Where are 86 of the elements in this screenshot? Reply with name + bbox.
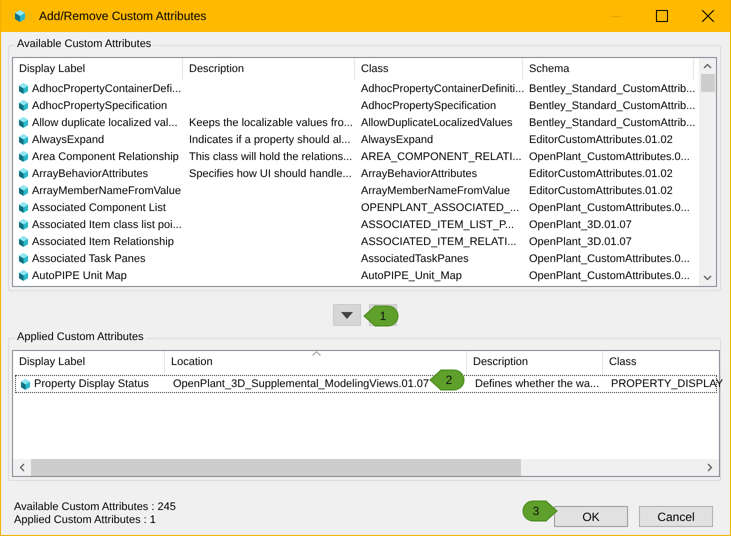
table-cell: Bentley_Standard_CustomAttrib... [529, 82, 696, 94]
scroll-thumb[interactable] [700, 74, 714, 92]
scroll-left-icon[interactable] [19, 463, 25, 472]
column-header[interactable]: Class [603, 351, 721, 375]
table-cell: Area Component Relationship [32, 150, 179, 162]
move-down-button[interactable] [332, 304, 360, 326]
table-cell: ArrayBehaviorAttributes [32, 168, 148, 180]
table-cell: AlwaysExpand [361, 134, 434, 146]
window-title: Add/Remove Custom Attributes [39, 9, 206, 23]
attribute-icon [19, 168, 28, 179]
scroll-thumb[interactable] [31, 459, 521, 476]
table-cell: EditorCustomAttributes.01.02 [529, 134, 673, 146]
column-header[interactable]: Class [355, 58, 523, 80]
table-cell: OpenPlant_CustomAttributes.0... [529, 252, 690, 264]
table-cell: OpenPlant_3D_Supplemental_ModelingViews.01.07 [173, 378, 430, 390]
table-cell: Associated Item class list poi... [32, 218, 182, 230]
column-header[interactable]: Description [467, 351, 603, 375]
attribute-icon [19, 270, 28, 281]
table-cell: OpenPlant_CustomAttributes.0... [529, 202, 690, 214]
table-cell: AssociatedTaskPanes [361, 252, 469, 264]
app-icon [15, 10, 25, 22]
attribute-icon [19, 117, 28, 128]
table-cell: Bentley_Standard_CustomAttrib... [529, 100, 696, 112]
table-cell: OpenPlant_CustomAttributes.0... [529, 150, 690, 162]
table-cell: Associated Component List [32, 202, 166, 214]
status-text: Available Custom Attributes : 245 [14, 501, 176, 514]
table-cell: ArrayBehaviorAttributes [361, 168, 478, 180]
table-cell: AdhocPropertySpecification [361, 100, 496, 112]
down-triangle-icon [340, 312, 352, 318]
table-cell: AdhocPropertyContainerDefi... [32, 82, 182, 94]
attribute-icon [19, 134, 28, 145]
table-cell: AlwaysExpand [32, 134, 104, 146]
attribute-icon [19, 219, 28, 230]
table-cell: ASSOCIATED_ITEM_RELATI... [361, 236, 516, 248]
attribute-icon [19, 185, 28, 196]
table-cell: AutoPIPE_Unit_Map [361, 270, 462, 282]
scroll-down-icon[interactable] [703, 275, 712, 281]
attribute-icon [19, 202, 28, 213]
table-cell: AutoPIPE Unit Map [32, 270, 127, 282]
table-cell: OpenPlant_CustomAttributes.0... [529, 270, 690, 282]
table-cell: Associated Task Panes [32, 252, 146, 264]
attribute-icon [19, 236, 28, 247]
table-cell: AllowDuplicateLocalizedValues [361, 116, 512, 128]
status-text: Applied Custom Attributes : 1 [14, 514, 157, 527]
column-header[interactable]: Description [183, 58, 355, 80]
table-cell: PROPERTY_DISPLAY [611, 378, 724, 390]
table-cell: Bentley_Standard_CustomAttrib... [529, 116, 696, 128]
sort-icon [312, 351, 320, 356]
table-cell: EditorCustomAttributes.01.02 [529, 168, 673, 180]
group-label: Available Custom Attributes [15, 38, 154, 50]
table-cell: This class will hold the relations... [189, 150, 352, 162]
table-cell: Associated Item Relationship [32, 236, 174, 248]
table-cell: Keeps the localizable values fro... [189, 116, 353, 128]
scroll-right-icon[interactable] [707, 463, 713, 472]
table-cell: Property Display Status [34, 378, 149, 390]
table-cell: Defines whether the wa... [475, 378, 600, 390]
table-cell: EditorCustomAttributes.01.02 [529, 184, 673, 196]
table-cell: AdhocPropertySpecification [32, 100, 168, 112]
column-header[interactable]: Display Label [13, 58, 183, 80]
table-cell: Indicates if a property should al... [189, 134, 350, 146]
column-header[interactable]: Display Label [13, 351, 165, 375]
vertical-scrollbar[interactable] [699, 58, 716, 286]
scroll-up-icon[interactable] [703, 63, 712, 69]
horizontal-scrollbar[interactable] [13, 459, 719, 476]
dialog-button[interactable]: Cancel [639, 506, 713, 527]
table-cell: AdhocPropertyContainerDefiniti... [361, 82, 524, 94]
group-label: Applied Custom Attributes [15, 331, 146, 343]
table-cell: ArrayMemberNameFromValue [32, 184, 181, 196]
table-cell: OpenPlant_3D.01.07 [529, 218, 632, 230]
step-callout-tooltip: 1 [363, 305, 399, 327]
table-cell: OPENPLANT_ASSOCIATED_... [361, 202, 520, 214]
attribute-icon [21, 378, 30, 390]
dialog-button[interactable]: OK [554, 506, 628, 527]
table-cell: AREA_COMPONENT_RELATI... [361, 150, 522, 162]
table-cell: ASSOCIATED_ITEM_LIST_P... [361, 218, 514, 230]
table-cell: Specifies how UI should handle... [189, 168, 352, 180]
column-header[interactable]: Schema [523, 58, 694, 80]
table-cell: OpenPlant_3D.01.07 [529, 236, 632, 248]
attribute-icon [19, 253, 28, 264]
attribute-icon [19, 100, 28, 111]
table-cell: ArrayMemberNameFromValue [361, 184, 510, 196]
attribute-icon [19, 83, 28, 94]
attribute-icon [19, 151, 28, 162]
table-cell: Allow duplicate localized val... [32, 116, 178, 128]
step-callout-tooltip: 3 [522, 500, 558, 522]
step-callout-tooltip: 2 [429, 369, 465, 391]
